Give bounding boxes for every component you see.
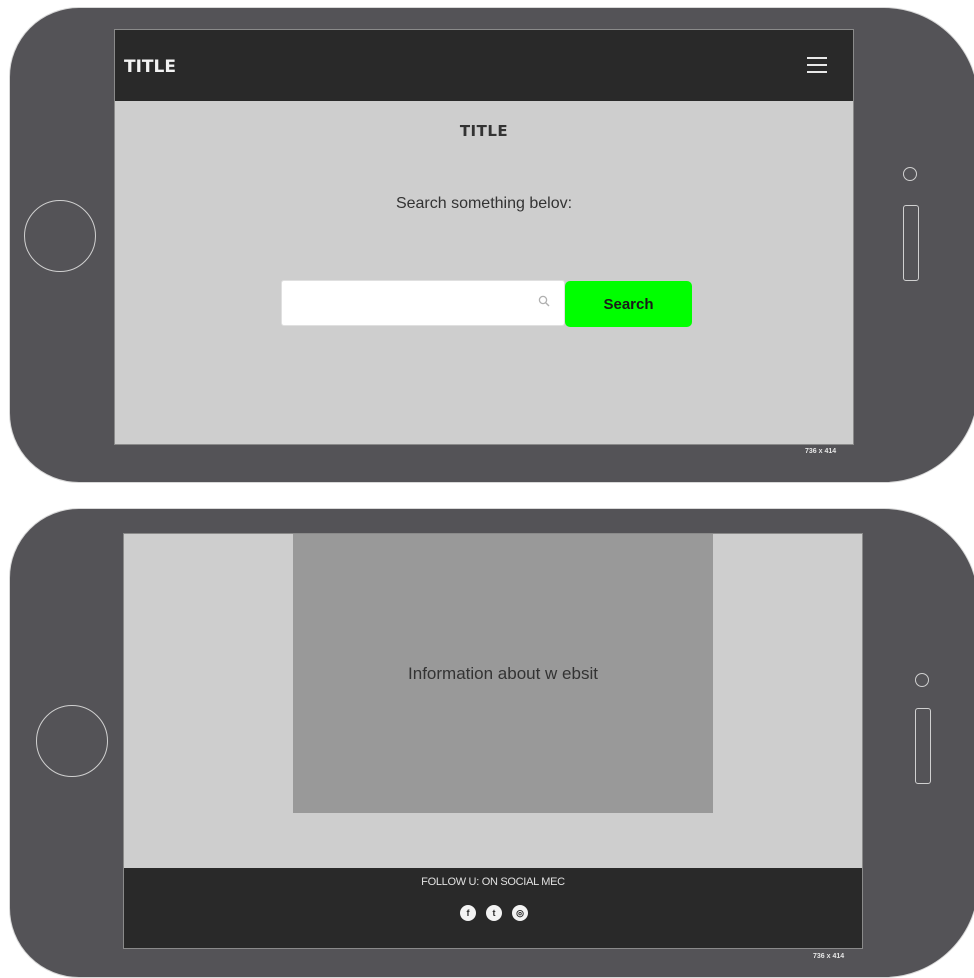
nav-title[interactable]: TITLE xyxy=(124,57,176,77)
info-text: Information about w ebsit xyxy=(408,664,598,683)
navbar: TITLE xyxy=(115,30,853,101)
search-field[interactable] xyxy=(281,280,565,326)
hamburger-menu-icon[interactable] xyxy=(807,57,827,73)
instagram-icon[interactable]: ◎ xyxy=(512,905,528,921)
search-prompt: Search something belov: xyxy=(395,195,573,212)
speaker-slot xyxy=(903,205,919,281)
screen-size-label: 736 x 414 xyxy=(805,448,837,455)
camera-icon xyxy=(915,673,929,687)
footer-text: FOLLOW U: ON SOCIAL MEC xyxy=(421,876,565,888)
camera-icon xyxy=(903,167,917,181)
screen-search: TITLE TITLE Search something belov: Sear… xyxy=(114,29,854,445)
search-input[interactable] xyxy=(290,289,524,319)
screen-info: Information about w ebsit FOLLOW U: ON S… xyxy=(123,533,863,949)
footer: FOLLOW U: ON SOCIAL MEC f t ◎ xyxy=(124,868,862,948)
magnifier-icon xyxy=(538,295,550,307)
home-button xyxy=(36,705,108,777)
screen-size-label: 736 x 414 xyxy=(813,953,845,960)
search-button[interactable]: Search xyxy=(565,281,692,327)
speaker-slot xyxy=(915,708,931,784)
twitter-icon[interactable]: t xyxy=(486,905,502,921)
home-button xyxy=(24,200,96,272)
page-title: TITLE xyxy=(459,122,509,140)
info-panel: Information about w ebsit xyxy=(293,534,713,813)
facebook-icon[interactable]: f xyxy=(460,905,476,921)
